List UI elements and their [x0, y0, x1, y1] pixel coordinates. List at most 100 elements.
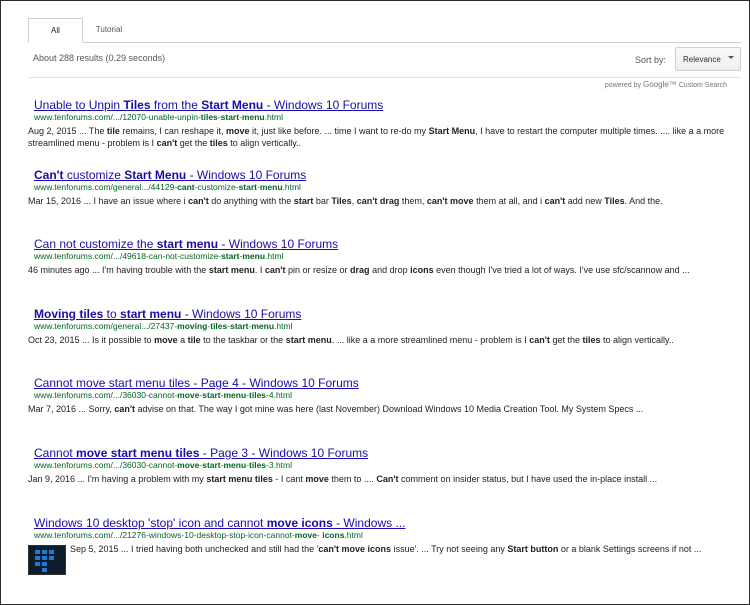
result-title-segment: start menu	[120, 307, 182, 321]
result-snippet-segment: move	[225, 126, 250, 136]
result-snippet: Mar 7, 2016 ... Sorry, can't advise on t…	[28, 403, 739, 415]
result-title-link[interactable]: Cannot move start menu tiles - Page 3 - …	[34, 446, 739, 460]
result-title-link[interactable]: Moving tiles to start menu - Windows 10 …	[34, 307, 739, 321]
sort-dropdown[interactable]: Relevance	[675, 47, 741, 71]
results-count: About 288 results (0.29 seconds)	[33, 53, 166, 63]
search-result: Moving tiles to start menu - Windows 10 …	[28, 307, 739, 346]
sort-label: Sort by:	[635, 55, 667, 65]
powered-by-suffix: Custom Search	[678, 82, 727, 89]
tab-bar: All Tutorial	[28, 18, 741, 43]
result-url-segment: start	[238, 182, 258, 192]
result-snippet-segment: it, just like before. ... time I want to…	[249, 126, 429, 136]
result-snippet-segment: Tiles	[604, 196, 625, 206]
divider	[28, 77, 741, 78]
result-snippet-segment: Mar 15, 2016 ... I have an issue where i	[28, 196, 189, 206]
result-snippet-segment: comment on insider status, but I have us…	[398, 474, 658, 484]
result-snippet-segment: can't	[544, 196, 566, 206]
result-snippet-segment: tiles	[209, 138, 228, 148]
result-url: www.tenforums.com/.../21276-windows-10-d…	[34, 530, 739, 541]
result-title-segment: customize	[63, 168, 125, 182]
result-url-segment: www.tenforums.com/.../49618-can-not-cust…	[34, 251, 222, 261]
result-snippet-segment: to align vertically..	[227, 138, 302, 148]
search-result: Windows 10 desktop 'stop' icon and canno…	[28, 516, 739, 575]
result-title-segment: Cannot	[34, 446, 77, 460]
result-snippet-segment: Oct 23, 2015 ... Is it possible to	[28, 335, 155, 345]
result-snippet: Jan 9, 2016 ... I'm having a problem wit…	[28, 473, 739, 485]
result-url-segment: -customize-	[194, 182, 239, 192]
result-snippet-segment: add new	[565, 196, 605, 206]
result-url-segment: menu	[223, 390, 247, 400]
result-snippet-segment: can't move icons	[318, 544, 392, 554]
result-title-segment: - Page 3 - Windows 10 Forums	[199, 446, 369, 460]
result-snippet-segment: 46 minutes ago ... I'm having trouble wi…	[28, 265, 209, 275]
result-snippet-segment: . I	[254, 265, 265, 275]
result-snippet: 46 minutes ago ... I'm having trouble wi…	[28, 264, 739, 276]
result-url-segment: -3.html	[266, 460, 293, 470]
result-url-segment: .html	[344, 530, 363, 540]
result-snippet-segment: Sep 5, 2015 ... I tried having both unch…	[70, 544, 319, 554]
result-url-segment: moving	[177, 321, 208, 331]
tab-tutorial[interactable]: Tutorial	[83, 18, 135, 42]
result-title-link[interactable]: Cannot move start menu tiles - Page 4 - …	[34, 376, 739, 390]
powered-by-prefix: powered by	[604, 82, 642, 89]
result-url-segment: menu	[251, 321, 275, 331]
result-title-segment: Tiles	[123, 98, 151, 112]
result-title-link[interactable]: Can not customize the start menu - Windo…	[34, 237, 739, 251]
result-snippet-segment: can't	[156, 138, 178, 148]
result-url-segment: move	[177, 460, 200, 470]
result-snippet-segment: can't move	[426, 196, 474, 206]
result-title-segment: Moving tiles	[34, 307, 104, 321]
result-snippet-segment: pin or resize or	[285, 265, 351, 275]
result-snippet-segment: Start button	[507, 544, 559, 554]
result-snippet-segment: start menu	[285, 335, 332, 345]
result-snippet-segment: them,	[399, 196, 427, 206]
result-snippet-segment: Aug 2, 2015 ... The	[28, 126, 107, 136]
result-url-segment: start	[220, 112, 240, 122]
result-snippet-segment: can't drag	[356, 196, 400, 206]
powered-by-google: powered by Google™ Custom Search	[605, 80, 727, 89]
result-snippet-segment: tile	[187, 335, 201, 345]
google-logo: Google™	[643, 80, 677, 89]
result-snippet-segment: start menu	[208, 265, 255, 275]
chevron-down-icon	[728, 56, 734, 59]
result-snippet-segment: them at all, and i	[473, 196, 545, 206]
result-snippet-segment: tiles	[582, 335, 601, 345]
result-title-segment: from the	[150, 98, 202, 112]
search-result: Cannot move start menu tiles - Page 3 - …	[28, 446, 739, 485]
result-url-segment: .html	[265, 251, 284, 261]
result-url-segment: www.tenforums.com/.../21276-windows-10-d…	[34, 530, 295, 540]
result-snippet: Oct 23, 2015 ... Is it possible to move …	[28, 334, 739, 346]
result-snippet-segment: Can't	[376, 474, 399, 484]
result-snippet-segment: move	[305, 474, 329, 484]
result-title-segment: to	[103, 307, 121, 321]
result-title-segment: Windows 10 desktop 'stop' icon and canno…	[34, 516, 267, 530]
result-snippet: Mar 15, 2016 ... I have an issue where i…	[28, 195, 739, 207]
result-url-segment: menu	[259, 182, 283, 192]
result-title-link[interactable]: Windows 10 desktop 'stop' icon and canno…	[34, 516, 739, 530]
result-url-segment: tiles	[249, 390, 267, 400]
result-url: www.tenforums.com/.../49618-can-not-cust…	[34, 251, 739, 262]
result-url-segment: tiles	[210, 321, 228, 331]
result-url: www.tenforums.com/general.../44129-cant-…	[34, 182, 739, 193]
result-snippet-segment: start menu tiles	[206, 474, 273, 484]
result-url-segment: menu	[241, 112, 265, 122]
result-url: www.tenforums.com/.../36030-cannot-move -…	[34, 390, 739, 401]
tab-all[interactable]: All	[28, 18, 83, 43]
result-snippet-segment: or a blank Settings screens if not ...	[558, 544, 702, 554]
result-title-segment: - Page 4 - Windows 10 Forums	[190, 376, 359, 390]
result-snippet: Aug 2, 2015 ... The tile remains, I can …	[28, 125, 739, 149]
result-url-segment: tiles	[249, 460, 267, 470]
result-title-segment: move icons	[266, 516, 333, 530]
result-url-segment: start	[221, 251, 240, 261]
result-title-segment: Start Menu	[201, 98, 264, 112]
result-title-link[interactable]: Unable to Unpin Tiles from the Start Men…	[34, 98, 739, 112]
result-url-segment: start	[202, 460, 221, 470]
result-title-segment: Can not customize the	[34, 237, 157, 251]
result-url-segment: menu	[223, 460, 247, 470]
result-title-link[interactable]: Can't customize Start Menu - Windows 10 …	[34, 168, 739, 182]
result-url-segment: menu	[242, 251, 266, 261]
result-snippet-segment: Jan 9, 2016 ... I'm having a problem wit…	[28, 474, 207, 484]
result-title-segment: Can't	[34, 168, 64, 182]
result-title-segment: - Windows ...	[332, 516, 406, 530]
result-url-segment: www.tenforums.com/.../12070-unable-unpin…	[34, 112, 201, 122]
